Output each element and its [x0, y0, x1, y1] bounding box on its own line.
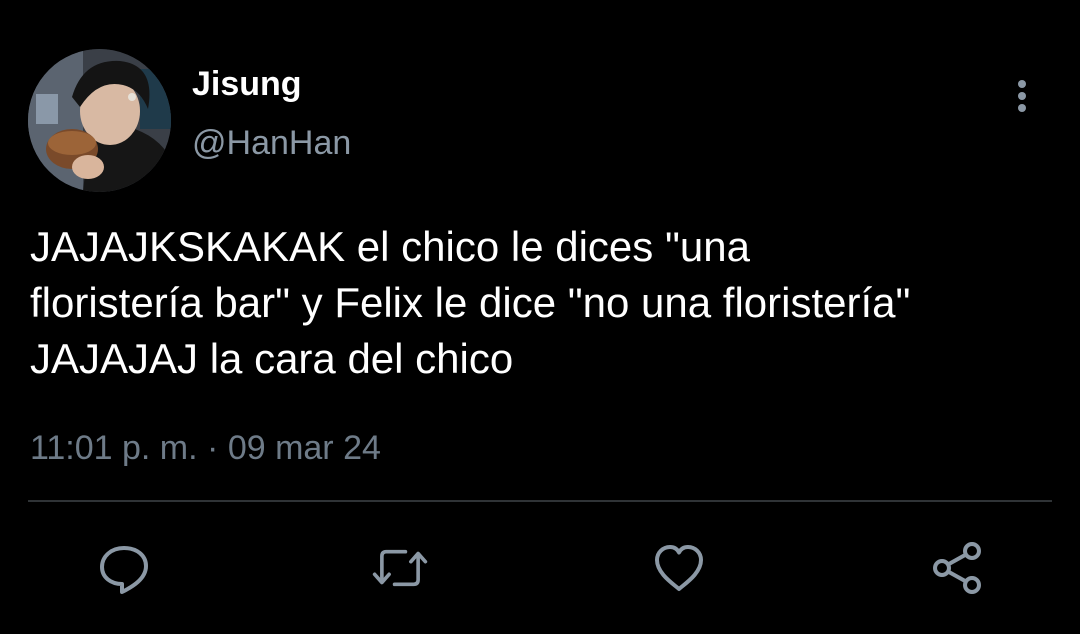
tweet-timestamp[interactable]: 11:01 p. m. · 09 mar 24 — [30, 426, 381, 470]
divider — [28, 500, 1052, 502]
heart-icon — [655, 545, 703, 591]
profile-photo — [28, 49, 171, 192]
display-name[interactable]: Jisung — [192, 64, 302, 104]
like-button[interactable] — [650, 539, 708, 597]
tweet-text-line: JAJAJKSKAKAK el chico le dices "una — [30, 223, 750, 270]
tweet-date: 09 mar 24 — [227, 429, 381, 467]
avatar[interactable] — [28, 49, 171, 192]
speech-bubble-icon — [100, 546, 148, 594]
tweet-time: 11:01 p. m. — [30, 429, 198, 467]
retweet-button[interactable] — [371, 539, 429, 597]
reply-button[interactable] — [95, 539, 153, 597]
share-button[interactable] — [928, 539, 986, 597]
tweet-text-line: floristería bar" y Felix le dice "no una… — [30, 279, 911, 326]
tweet-text: JAJAJKSKAKAK el chico le dices "una flor… — [30, 219, 1065, 387]
more-options-button[interactable] — [1004, 74, 1040, 118]
share-nodes-icon — [933, 542, 981, 594]
meta-separator: · — [207, 429, 219, 467]
more-vertical-icon — [1018, 80, 1026, 112]
retweet-arrows-icon — [372, 549, 428, 587]
tweet-card: Jisung @HanHan JAJAJKSKAKAK el chico le … — [0, 0, 1080, 634]
tweet-text-line: JAJAJAJ la cara del chico — [30, 335, 514, 382]
user-handle[interactable]: @HanHan — [192, 123, 351, 163]
